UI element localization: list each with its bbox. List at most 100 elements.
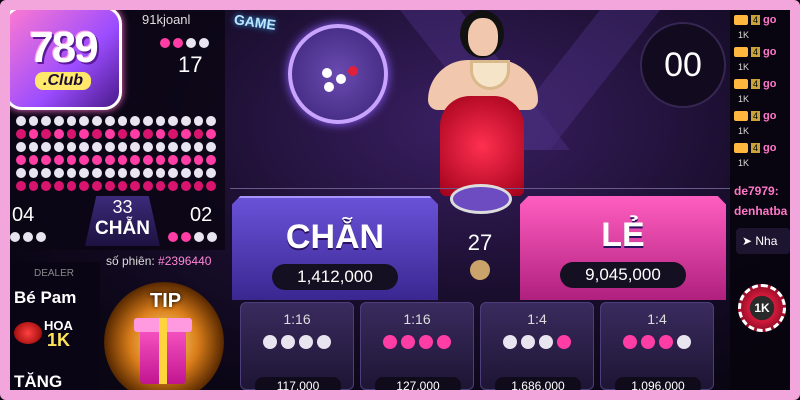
white-bead [117, 142, 128, 152]
red-bead [142, 155, 153, 165]
red-bead [104, 181, 115, 191]
white-bead [155, 142, 166, 152]
x-decoration [400, 10, 660, 150]
horn-icon [734, 143, 748, 153]
red-bead [641, 335, 655, 349]
road-row [16, 142, 216, 152]
red-bead [130, 181, 140, 191]
brand-logo[interactable]: 789 .Club [4, 6, 122, 110]
road-row [16, 168, 216, 178]
chat-badge: 4 [751, 15, 761, 25]
side-bet-odds: 1:16 [283, 311, 311, 327]
bead-road-grid [16, 116, 216, 194]
red-bead [79, 155, 90, 165]
red-bead [206, 155, 216, 165]
white-bead [16, 116, 26, 126]
chat-badge: 4 [751, 111, 761, 121]
white-bead [168, 168, 178, 178]
side-bet-1[interactable]: 1:16 117,000 [240, 302, 354, 395]
give-button[interactable]: TĂNG [14, 372, 62, 392]
session-number: số phiên: #2396440 [106, 254, 211, 268]
coin-red [348, 66, 358, 76]
red-bead [180, 155, 191, 165]
send-button[interactable]: ➤ Nha [736, 228, 790, 254]
coin-white [336, 74, 346, 84]
center-count: 33 [112, 197, 133, 217]
side-bet-3[interactable]: 1:4 1,686,000 [480, 302, 594, 395]
horn-icon [734, 15, 748, 25]
road-row [16, 129, 216, 139]
chan-label: CHẴN [285, 218, 385, 256]
session-value: #2396440 [158, 254, 212, 268]
red-bead [193, 155, 204, 165]
red-bead [104, 155, 115, 165]
red-bead [623, 335, 637, 349]
chat-entry: 4 go [734, 78, 776, 90]
red-bead [180, 129, 191, 139]
white-bead [41, 168, 52, 178]
dealer-label: DEALER [34, 268, 75, 279]
white-bead [206, 142, 216, 152]
red-bead [104, 129, 115, 139]
tip-button[interactable]: TIP [150, 290, 181, 313]
white-bead [16, 168, 26, 178]
chat-text: go [763, 142, 777, 154]
chat-user: de7979: [734, 184, 779, 198]
white-bead [142, 142, 153, 152]
chip-button[interactable]: 1K [738, 284, 786, 332]
side-bet-odds: 1:4 [647, 311, 667, 327]
side-bet-4[interactable]: 1:4 1,096,000 [600, 302, 714, 395]
countdown-timer: 00 [640, 22, 726, 108]
red-bead [206, 181, 216, 191]
red-bead [193, 181, 204, 191]
red-bead [79, 129, 90, 139]
side-bet-amount: 1,686,000 [495, 377, 581, 395]
chat-text: go [763, 46, 777, 58]
white-bead [54, 142, 64, 152]
summary-center: 33 CHẴN [85, 196, 160, 246]
white-bead [16, 142, 26, 152]
red-bead [155, 181, 166, 191]
gift-ribbon [159, 318, 167, 384]
red-bead [28, 129, 39, 139]
chat-badge: 4 [751, 47, 761, 57]
bet-chan-button[interactable]: CHẴN 1,412,000 [232, 196, 438, 300]
white-bead [317, 335, 331, 349]
rose-icon[interactable] [14, 322, 42, 344]
session-label: số phiên: [106, 254, 155, 268]
red-bead [401, 335, 415, 349]
side-bet-odds: 1:4 [527, 311, 547, 327]
side-bet-2[interactable]: 1:16 127,000 [360, 302, 474, 395]
top-bead-row [160, 38, 209, 48]
white-bead [281, 335, 295, 349]
coin-white [324, 82, 334, 92]
side-bet-beads [601, 335, 713, 349]
white-bead [104, 142, 115, 152]
red-bead [142, 181, 153, 191]
bet-le-button[interactable]: LẺ 9,045,000 [520, 196, 726, 300]
white-bead [155, 116, 166, 126]
red-bead [16, 181, 26, 191]
side-bet-amount: 1,096,000 [615, 377, 701, 395]
result-summary: 04 33 CHẴN 02 [10, 196, 225, 250]
red-bead [180, 181, 191, 191]
red-bead [92, 155, 102, 165]
white-bead [54, 116, 64, 126]
chat-level: 1K [738, 30, 750, 40]
red-bead [437, 335, 451, 349]
white-bead [206, 168, 216, 178]
logo-number: 789 [29, 23, 98, 72]
white-bead [92, 116, 102, 126]
red-bead [66, 181, 77, 191]
red-bead [155, 129, 166, 139]
gift-flower-button[interactable]: HOA 1K [44, 318, 73, 349]
red-bead [155, 155, 166, 165]
side-bet-odds: 1:16 [403, 311, 431, 327]
white-bead [66, 116, 77, 126]
top-count: 17 [178, 52, 203, 77]
red-bead [66, 129, 77, 139]
coin-white [322, 68, 332, 78]
white-bead [503, 335, 517, 349]
red-bead [168, 181, 178, 191]
chat-level: 1K [738, 158, 750, 168]
